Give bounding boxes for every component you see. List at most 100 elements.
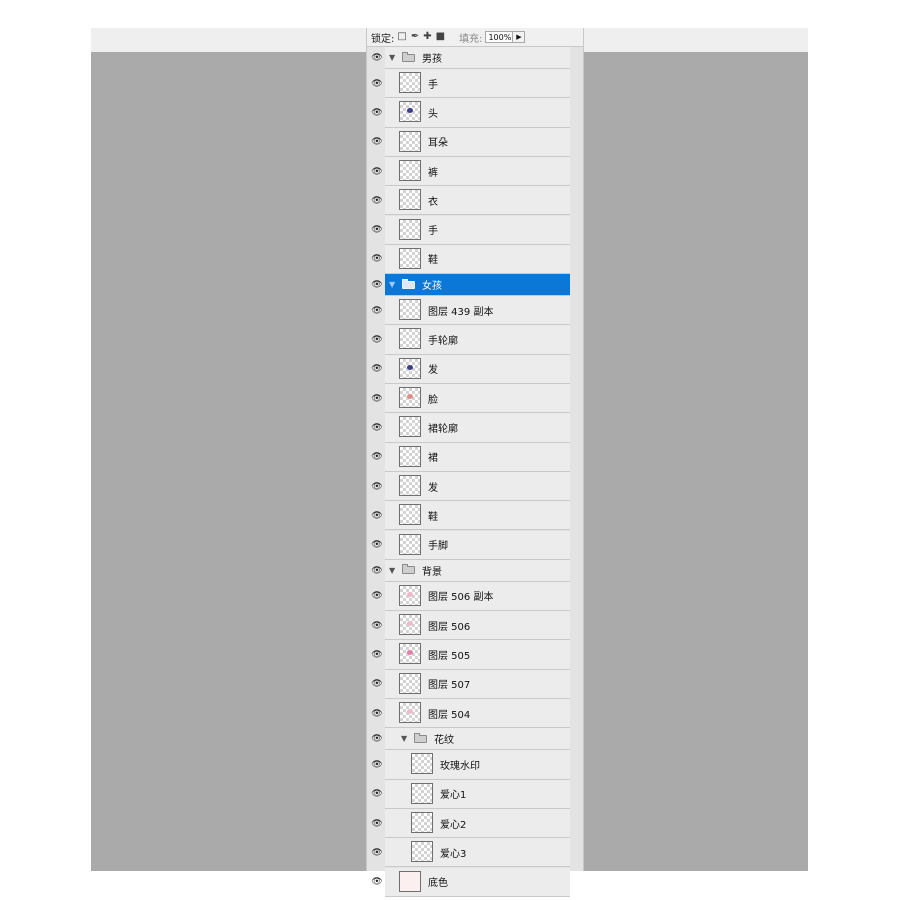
fill-input[interactable]: 100% bbox=[485, 31, 514, 43]
layer-row[interactable]: 👁 手脚 bbox=[367, 530, 583, 560]
layer-content[interactable]: 图层 505 bbox=[385, 640, 570, 670]
layer-row[interactable]: 👁 衣 bbox=[367, 186, 583, 216]
visibility-eye-icon[interactable]: 👁 bbox=[371, 335, 383, 345]
layer-group-row[interactable]: 👁 ▼ 女孩 bbox=[367, 274, 583, 297]
layer-row[interactable]: 👁 脸 bbox=[367, 384, 583, 414]
layer-row[interactable]: 👁 耳朵 bbox=[367, 127, 583, 157]
layer-content[interactable]: 耳朵 bbox=[385, 127, 570, 157]
visibility-eye-icon[interactable]: 👁 bbox=[371, 566, 383, 576]
layer-content[interactable]: ▼ 背景 bbox=[385, 559, 570, 582]
layer-content[interactable]: 脸 bbox=[385, 384, 570, 414]
layer-row[interactable]: 👁 图层 506 bbox=[367, 611, 583, 641]
visibility-eye-icon[interactable]: 👁 bbox=[371, 819, 383, 829]
layer-content[interactable]: 手脚 bbox=[385, 530, 570, 560]
layer-content[interactable]: 鞋 bbox=[385, 244, 570, 275]
layer-content[interactable]: 爱心2 bbox=[385, 808, 570, 839]
layer-row[interactable]: 👁 发 bbox=[367, 471, 583, 502]
layer-content[interactable]: 衣 bbox=[385, 186, 570, 216]
layer-row[interactable]: 👁 图层 504 bbox=[367, 699, 583, 729]
layer-row[interactable]: 👁 底色 bbox=[367, 867, 583, 897]
layer-row[interactable]: 👁 裤 bbox=[367, 156, 583, 187]
visibility-eye-icon[interactable]: 👁 bbox=[371, 540, 383, 550]
visibility-eye-icon[interactable]: 👁 bbox=[371, 423, 383, 433]
layer-row[interactable]: 👁 图层 439 副本 bbox=[367, 296, 583, 326]
group-expand-chevron-icon[interactable]: ▼ bbox=[389, 47, 395, 68]
group-expand-chevron-icon[interactable]: ▼ bbox=[389, 560, 395, 581]
lock-move-icon[interactable]: ✚ bbox=[423, 32, 431, 42]
layer-content[interactable]: 爱心1 bbox=[385, 779, 570, 809]
layer-content[interactable]: 发 bbox=[385, 471, 570, 502]
visibility-eye-icon[interactable]: 👁 bbox=[371, 760, 383, 770]
layer-row[interactable]: 👁 手轮廓 bbox=[367, 325, 583, 355]
visibility-eye-icon[interactable]: 👁 bbox=[371, 709, 383, 719]
layer-content[interactable]: 裤 bbox=[385, 156, 570, 187]
layer-content[interactable]: 手 bbox=[385, 215, 570, 245]
layer-row[interactable]: 👁 爱心2 bbox=[367, 808, 583, 839]
lock-transparent-icon[interactable]: □ bbox=[397, 32, 406, 42]
layer-row[interactable]: 👁 裙轮廓 bbox=[367, 413, 583, 443]
layer-content[interactable]: 图层 439 副本 bbox=[385, 296, 570, 326]
layer-row[interactable]: 👁 图层 506 副本 bbox=[367, 581, 583, 612]
layer-row[interactable]: 👁 图层 507 bbox=[367, 669, 583, 699]
layer-content[interactable]: 图层 506 副本 bbox=[385, 581, 570, 612]
layer-content[interactable]: 爱心3 bbox=[385, 838, 570, 868]
layer-content[interactable]: 手轮廓 bbox=[385, 325, 570, 355]
layer-row[interactable]: 👁 鞋 bbox=[367, 501, 583, 531]
visibility-eye-icon[interactable]: 👁 bbox=[371, 394, 383, 404]
visibility-eye-icon[interactable]: 👁 bbox=[371, 591, 383, 601]
layer-row[interactable]: 👁 发 bbox=[367, 354, 583, 384]
visibility-eye-icon[interactable]: 👁 bbox=[371, 364, 383, 374]
layer-row[interactable]: 👁 手 bbox=[367, 69, 583, 99]
layer-row[interactable]: 👁 爱心1 bbox=[367, 779, 583, 809]
visibility-eye-icon[interactable]: 👁 bbox=[371, 452, 383, 462]
layer-content[interactable]: 图层 504 bbox=[385, 699, 570, 729]
layer-group-row[interactable]: 👁 ▼ 背景 bbox=[367, 559, 583, 582]
visibility-eye-icon[interactable]: 👁 bbox=[371, 137, 383, 147]
layer-content[interactable]: 底色 bbox=[385, 867, 570, 897]
visibility-eye-icon[interactable]: 👁 bbox=[371, 650, 383, 660]
layer-group-row[interactable]: 👁 ▼ 花纹 bbox=[367, 728, 583, 751]
layer-content[interactable]: 发 bbox=[385, 354, 570, 384]
visibility-eye-icon[interactable]: 👁 bbox=[371, 254, 383, 264]
visibility-eye-icon[interactable]: 👁 bbox=[371, 848, 383, 858]
visibility-eye-icon[interactable]: 👁 bbox=[371, 306, 383, 316]
visibility-eye-icon[interactable]: 👁 bbox=[371, 225, 383, 235]
layer-content[interactable]: 头 bbox=[385, 98, 570, 128]
visibility-eye-icon[interactable]: 👁 bbox=[371, 621, 383, 631]
visibility-eye-icon[interactable]: 👁 bbox=[371, 482, 383, 492]
layer-row[interactable]: 👁 裙 bbox=[367, 442, 583, 472]
layer-row[interactable]: 👁 玫瑰水印 bbox=[367, 750, 583, 780]
visibility-eye-icon[interactable]: 👁 bbox=[371, 196, 383, 206]
visibility-eye-icon[interactable]: 👁 bbox=[371, 108, 383, 118]
visibility-eye-icon[interactable]: 👁 bbox=[371, 167, 383, 177]
layer-content[interactable]: 手 bbox=[385, 69, 570, 99]
lock-brush-icon[interactable]: ✒ bbox=[411, 32, 419, 42]
layer-content[interactable]: 图层 506 bbox=[385, 611, 570, 641]
layer-row[interactable]: 👁 手 bbox=[367, 215, 583, 245]
layer-content[interactable]: 裙 bbox=[385, 442, 570, 472]
visibility-eye-icon[interactable]: 👁 bbox=[371, 877, 383, 887]
visibility-eye-icon[interactable]: 👁 bbox=[371, 511, 383, 521]
layer-row[interactable]: 👁 爱心3 bbox=[367, 838, 583, 868]
lock-all-icon[interactable]: ■ bbox=[436, 32, 445, 42]
visibility-eye-icon[interactable]: 👁 bbox=[371, 734, 383, 744]
visibility-eye-icon[interactable]: 👁 bbox=[371, 53, 383, 63]
visibility-eye-icon[interactable]: 👁 bbox=[371, 79, 383, 89]
layer-row[interactable]: 👁 图层 505 bbox=[367, 640, 583, 670]
visibility-eye-icon[interactable]: 👁 bbox=[371, 679, 383, 689]
layer-content[interactable]: 裙轮廓 bbox=[385, 413, 570, 443]
layer-content[interactable]: 图层 507 bbox=[385, 669, 570, 699]
layer-row[interactable]: 👁 鞋 bbox=[367, 244, 583, 275]
layer-content[interactable]: 鞋 bbox=[385, 501, 570, 531]
layer-content[interactable]: ▼ 花纹 bbox=[385, 728, 570, 751]
layer-content[interactable]: ▼ 男孩 bbox=[385, 47, 570, 69]
group-expand-chevron-icon[interactable]: ▼ bbox=[401, 728, 407, 749]
layer-content[interactable]: ▼ 女孩 bbox=[385, 274, 570, 297]
fill-slider-arrow-icon[interactable]: ▶ bbox=[513, 31, 526, 43]
visibility-eye-icon[interactable]: 👁 bbox=[371, 280, 383, 290]
visibility-eye-icon[interactable]: 👁 bbox=[371, 789, 383, 799]
layer-group-row[interactable]: 👁 ▼ 男孩 bbox=[367, 47, 583, 69]
group-expand-chevron-icon[interactable]: ▼ bbox=[389, 274, 395, 295]
layer-row[interactable]: 👁 头 bbox=[367, 98, 583, 128]
layer-content[interactable]: 玫瑰水印 bbox=[385, 750, 570, 780]
